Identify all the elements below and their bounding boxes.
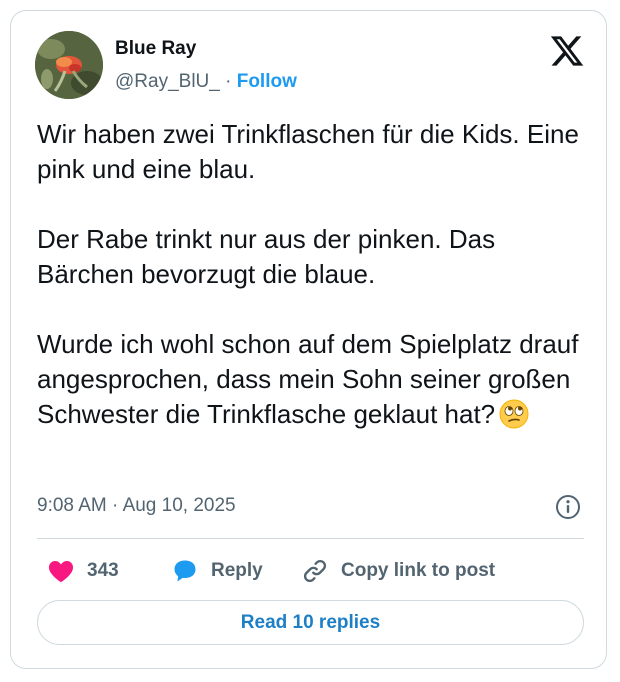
copy-link-label: Copy link to post	[341, 560, 496, 581]
heart-icon	[48, 560, 74, 583]
tweet-actions: 343 Reply Copy link to post	[37, 553, 584, 589]
tweet-time-link[interactable]: 9:08 AM · Aug 10, 2025	[37, 495, 236, 516]
tweet-paragraph-text: Wurde ich wohl schon auf dem Spielplatz …	[37, 329, 579, 429]
tweet-card: Blue Ray @Ray_BlU_ · Follow Wir haben zw…	[10, 10, 607, 669]
tweet-timestamp: 9:08 AM · Aug 10, 2025	[37, 495, 236, 517]
author-handle[interactable]: @Ray_BlU_	[115, 71, 220, 92]
divider	[37, 538, 584, 539]
tweet-date: Aug 10, 2025	[122, 495, 236, 516]
reply-label: Reply	[211, 560, 263, 581]
avatar[interactable]	[35, 31, 103, 99]
author-handle-row: @Ray_BlU_ · Follow	[115, 71, 297, 93]
tweet-paragraph-last: Wurde ich wohl schon auf dem Spielplatz …	[37, 327, 597, 432]
like-button[interactable]: 343	[47, 553, 119, 589]
reply-button[interactable]: Reply	[171, 553, 263, 589]
handle-separator: ·	[225, 71, 232, 92]
rolling-eyes-emoji-icon	[499, 399, 529, 429]
tweet-text: Wir haben zwei Trinkflaschen für die Kid…	[37, 117, 597, 432]
link-icon	[303, 559, 327, 583]
follow-button[interactable]: Follow	[237, 71, 297, 92]
x-logo-icon[interactable]	[549, 33, 585, 69]
info-icon[interactable]	[554, 493, 582, 521]
copy-link-button[interactable]: Copy link to post	[301, 553, 495, 589]
tweet-time: 9:08 AM	[37, 495, 107, 516]
speech-bubble-icon	[174, 560, 196, 582]
tweet-paragraph: Wir haben zwei Trinkflaschen für die Kid…	[37, 119, 579, 184]
date-separator: ·	[112, 495, 119, 516]
likes-count: 343	[87, 560, 119, 581]
read-replies-button[interactable]: Read 10 replies	[37, 600, 584, 645]
tweet-paragraph: Der Rabe trinkt nur aus der pinken. Das …	[37, 224, 496, 289]
author-name[interactable]: Blue Ray	[115, 38, 196, 60]
